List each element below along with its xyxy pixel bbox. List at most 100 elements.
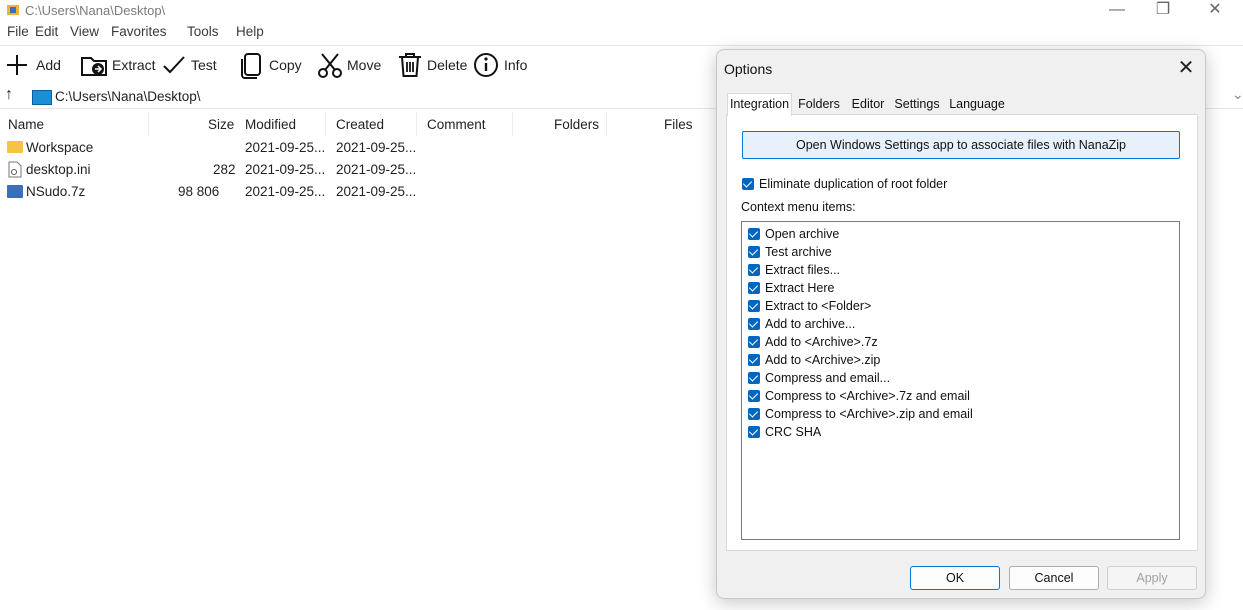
checkbox-checked-icon — [748, 353, 760, 366]
context-item-open-archive[interactable]: Open archive — [748, 226, 839, 241]
test-label: Test — [191, 57, 217, 73]
extract-icon — [81, 57, 107, 76]
file-created: 2021-09-25... — [336, 162, 417, 177]
context-item-compress-zip-email[interactable]: Compress to <Archive>.zip and email — [748, 406, 973, 421]
close-button[interactable]: ✕ — [1192, 0, 1238, 22]
checkmark-icon — [163, 56, 185, 74]
column-separator[interactable] — [512, 112, 513, 136]
checkbox-checked-icon — [748, 371, 760, 384]
column-modified[interactable]: Modified — [245, 117, 296, 132]
context-item-extract-to-folder[interactable]: Extract to <Folder> — [748, 298, 871, 313]
associate-files-button[interactable]: Open Windows Settings app to associate f… — [742, 131, 1180, 159]
delete-button[interactable]: Delete — [396, 50, 467, 80]
column-files[interactable]: Files — [664, 117, 693, 132]
copy-icon — [241, 53, 261, 79]
tab-integration[interactable]: Integration — [727, 93, 792, 116]
menu-edit[interactable]: Edit — [35, 24, 58, 39]
file-modified: 2021-09-25... — [245, 140, 326, 155]
column-name[interactable]: Name — [8, 117, 44, 132]
menu-file[interactable]: File — [7, 24, 29, 39]
column-comment[interactable]: Comment — [427, 117, 486, 132]
checkbox-checked-icon — [748, 407, 760, 420]
ini-file-icon — [8, 161, 22, 178]
eliminate-label: Eliminate duplication of root folder — [759, 176, 948, 191]
checkbox-checked-icon — [748, 335, 760, 348]
tab-folders[interactable]: Folders — [795, 94, 843, 114]
context-item-extract-here[interactable]: Extract Here — [748, 280, 834, 295]
context-menu-items-list[interactable]: Open archive Test archive Extract files.… — [741, 221, 1180, 540]
cancel-button[interactable]: Cancel — [1009, 566, 1099, 590]
context-item-extract-files[interactable]: Extract files... — [748, 262, 840, 277]
delete-label: Delete — [427, 57, 468, 73]
column-separator[interactable] — [606, 112, 607, 136]
info-icon — [474, 53, 498, 77]
checkbox-checked-icon — [748, 227, 760, 240]
test-button[interactable]: Test — [161, 50, 217, 80]
file-created: 2021-09-25... — [336, 140, 417, 155]
menu-favorites[interactable]: Favorites — [111, 24, 167, 39]
address-dropdown-icon[interactable]: ⌄ — [1232, 86, 1243, 103]
dialog-title: Options — [724, 61, 773, 77]
dialog-close-icon[interactable]: ✕ — [1170, 55, 1202, 83]
archive-icon — [7, 185, 23, 198]
tab-settings[interactable]: Settings — [892, 94, 942, 114]
checkbox-checked-icon — [748, 425, 760, 438]
menu-divider — [0, 45, 1243, 46]
ok-button[interactable]: OK — [910, 566, 1000, 590]
maximize-button[interactable]: ❐ — [1140, 0, 1186, 22]
column-separator[interactable] — [416, 112, 417, 136]
column-separator[interactable] — [148, 112, 149, 136]
copy-button[interactable]: Copy — [239, 50, 302, 80]
up-arrow-icon[interactable]: ↑ — [5, 86, 13, 104]
move-button[interactable]: Move — [316, 50, 381, 80]
context-item-add-to-zip[interactable]: Add to <Archive>.zip — [748, 352, 880, 367]
menu-view[interactable]: View — [70, 24, 99, 39]
context-item-test-archive[interactable]: Test archive — [748, 244, 832, 259]
info-button[interactable]: Info — [472, 50, 527, 80]
checkbox-checked-icon — [748, 263, 760, 276]
context-item-crc-sha[interactable]: CRC SHA — [748, 424, 821, 439]
checkbox-checked-icon — [742, 177, 754, 190]
file-row[interactable]: desktop.ini 282 2021-09-25... 2021-09-25… — [0, 160, 716, 180]
move-label: Move — [347, 57, 382, 73]
title-bar — [0, 0, 1243, 22]
menu-help[interactable]: Help — [236, 24, 264, 39]
context-item-compress-7z-email[interactable]: Compress to <Archive>.7z and email — [748, 388, 970, 403]
checkbox-checked-icon — [748, 245, 760, 258]
context-item-add-to-archive[interactable]: Add to archive... — [748, 316, 855, 331]
file-size: 98 806 — [178, 184, 220, 199]
nanazip-app-icon — [7, 5, 19, 15]
extract-button[interactable]: Extract — [80, 50, 156, 80]
file-name: Workspace — [26, 140, 94, 155]
eliminate-duplication-checkbox[interactable]: Eliminate duplication of root folder — [742, 176, 947, 191]
column-separator[interactable] — [325, 112, 326, 136]
column-size[interactable]: Size — [208, 117, 234, 132]
file-modified: 2021-09-25... — [245, 184, 326, 199]
file-row[interactable]: NSudo.7z 98 806 2021-09-25... 2021-09-25… — [0, 182, 716, 202]
column-created[interactable]: Created — [336, 117, 384, 132]
plus-icon — [7, 55, 27, 75]
address-path[interactable]: C:\Users\Nana\Desktop\ — [55, 89, 201, 104]
file-modified: 2021-09-25... — [245, 162, 326, 177]
context-item-compress-email[interactable]: Compress and email... — [748, 370, 890, 385]
file-name: NSudo.7z — [26, 184, 86, 199]
tab-language[interactable]: Language — [946, 94, 1008, 114]
menu-tools[interactable]: Tools — [187, 24, 219, 39]
tab-editor[interactable]: Editor — [848, 94, 888, 114]
context-item-add-to-7z[interactable]: Add to <Archive>.7z — [748, 334, 878, 349]
desktop-folder-icon — [32, 90, 52, 105]
info-label: Info — [504, 57, 528, 73]
apply-button[interactable]: Apply — [1107, 566, 1197, 590]
add-label: Add — [36, 57, 61, 73]
checkbox-checked-icon — [748, 317, 760, 330]
extract-label: Extract — [112, 57, 156, 73]
checkbox-checked-icon — [748, 299, 760, 312]
file-row[interactable]: Workspace 2021-09-25... 2021-09-25... — [0, 138, 716, 158]
file-size: 282 — [213, 162, 236, 177]
minimize-button[interactable]: — — [1094, 0, 1140, 22]
add-button[interactable]: Add — [4, 50, 61, 80]
checkbox-checked-icon — [748, 389, 760, 402]
window-title: C:\Users\Nana\Desktop\ — [25, 3, 166, 18]
column-folders[interactable]: Folders — [554, 117, 599, 132]
file-name: desktop.ini — [26, 162, 91, 177]
